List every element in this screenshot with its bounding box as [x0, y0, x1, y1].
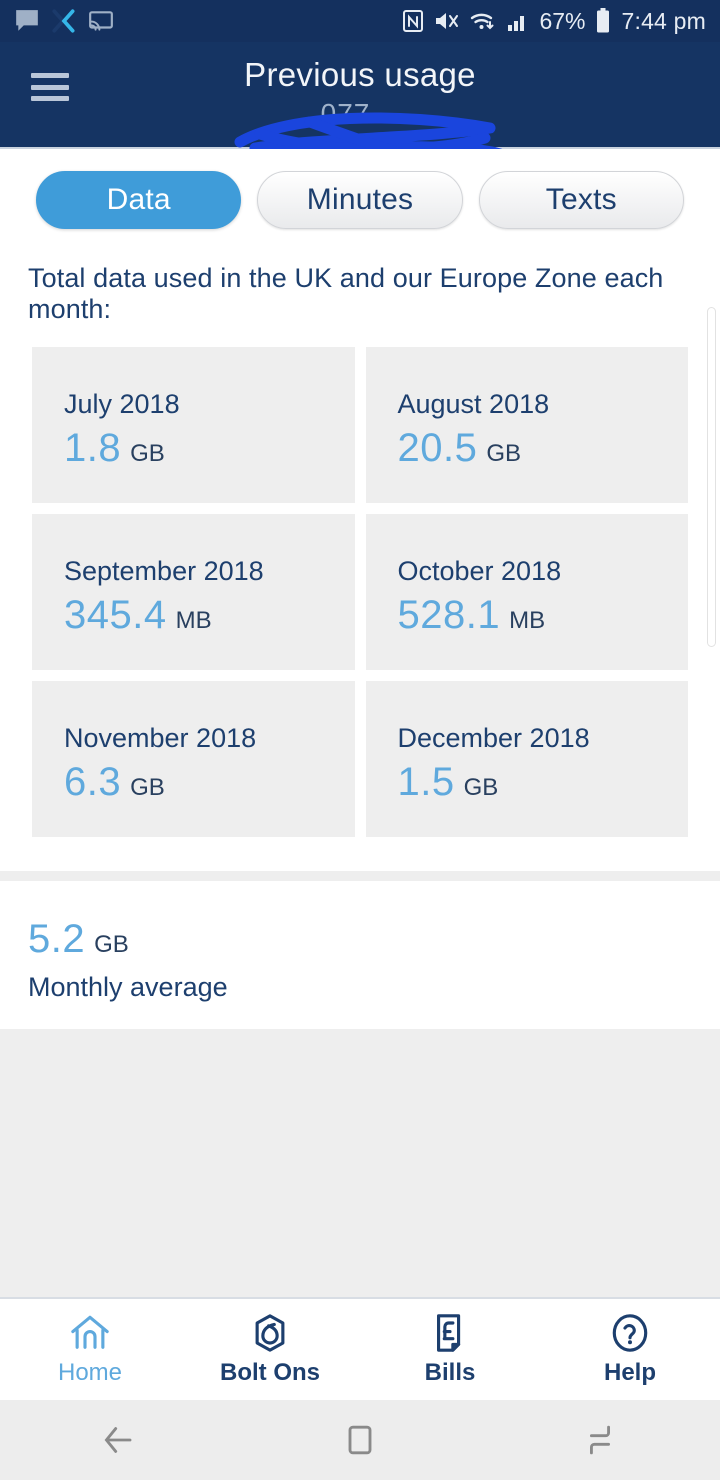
usage-type-tabs: Data Minutes Texts — [0, 149, 720, 229]
section-gap — [0, 837, 720, 871]
signal-icon — [506, 9, 530, 33]
monthly-average-value: 5.2 — [28, 917, 85, 962]
home-square-icon — [340, 1420, 380, 1460]
x-logo-icon — [51, 8, 77, 34]
nav-item-home[interactable]: Home — [0, 1299, 180, 1400]
usage-card-month: September 2018 — [64, 556, 355, 587]
intro-description: Total data used in the UK and our Europe… — [0, 229, 720, 325]
bill-pound-icon — [428, 1313, 472, 1353]
usage-card-grid: July 2018 1.8 GB August 2018 20.5 GB Sep… — [0, 325, 720, 837]
phone-screen: 67% 7:44 pm Previous usage 077… Data — [0, 0, 720, 1480]
monthly-average-label: Monthly average — [28, 972, 692, 1003]
status-bar-time: 7:44 pm — [621, 8, 706, 35]
nav-item-bolt-ons[interactable]: Bolt Ons — [180, 1299, 360, 1400]
nav-label-bolt-ons: Bolt Ons — [220, 1359, 320, 1387]
bottom-navigation: Home Bolt Ons Bills Help — [0, 1297, 720, 1400]
recents-icon — [580, 1420, 620, 1460]
usage-card-value: 20.5 — [398, 426, 478, 471]
status-bar-right-icons: 67% 7:44 pm — [401, 8, 706, 35]
usage-card-value: 6.3 — [64, 760, 121, 805]
usage-card-unit: MB — [176, 607, 212, 635]
usage-card[interactable]: August 2018 20.5 GB — [366, 347, 689, 503]
usage-card-unit: GB — [464, 774, 499, 802]
home-icon — [68, 1313, 112, 1353]
content-filler-area — [0, 1029, 720, 1297]
back-arrow-icon — [100, 1420, 140, 1460]
mute-icon — [434, 9, 460, 33]
usage-card-unit: GB — [130, 440, 165, 468]
bolt-ons-icon — [248, 1313, 292, 1353]
battery-icon — [594, 8, 612, 34]
section-divider — [0, 871, 720, 881]
usage-card[interactable]: December 2018 1.5 GB — [366, 681, 689, 837]
android-back-button[interactable] — [0, 1420, 240, 1460]
nav-item-bills[interactable]: Bills — [360, 1299, 540, 1400]
usage-card-month: December 2018 — [398, 723, 689, 754]
status-bar: 67% 7:44 pm — [0, 0, 720, 42]
usage-card-month: July 2018 — [64, 389, 355, 420]
status-bar-left-icons — [14, 8, 114, 34]
usage-card-value: 345.4 — [64, 593, 167, 638]
usage-card[interactable]: October 2018 528.1 MB — [366, 514, 689, 670]
vertical-scrollbar[interactable] — [707, 307, 716, 647]
usage-card-unit: GB — [486, 440, 521, 468]
usage-card-value: 528.1 — [398, 593, 501, 638]
usage-card-month: October 2018 — [398, 556, 689, 587]
usage-card[interactable]: September 2018 345.4 MB — [32, 514, 355, 670]
monthly-average-unit: GB — [94, 931, 129, 959]
monthly-average-section: 5.2 GB Monthly average — [0, 881, 720, 1003]
nav-item-help[interactable]: Help — [540, 1299, 720, 1400]
app-bar: Previous usage 077… — [0, 42, 720, 149]
battery-percent: 67% — [539, 8, 585, 35]
message-icon — [14, 8, 40, 34]
usage-card-month: August 2018 — [398, 389, 689, 420]
question-mark-icon — [608, 1313, 652, 1353]
nav-label-bills: Bills — [425, 1359, 476, 1387]
usage-card[interactable]: July 2018 1.8 GB — [32, 347, 355, 503]
nav-label-home: Home — [58, 1359, 122, 1387]
usage-card-unit: GB — [130, 774, 165, 802]
screen-cast-icon — [88, 8, 114, 34]
android-home-button[interactable] — [240, 1420, 480, 1460]
page-title: Previous usage — [0, 56, 720, 94]
usage-card[interactable]: November 2018 6.3 GB — [32, 681, 355, 837]
usage-card-month: November 2018 — [64, 723, 355, 754]
usage-card-value: 1.5 — [398, 760, 455, 805]
android-recents-button[interactable] — [480, 1420, 720, 1460]
main-content: Data Minutes Texts Total data used in th… — [0, 149, 720, 1297]
android-system-nav — [0, 1400, 720, 1480]
usage-card-unit: MB — [509, 607, 545, 635]
tab-data[interactable]: Data — [36, 171, 241, 229]
tab-texts[interactable]: Texts — [479, 171, 684, 229]
nav-label-help: Help — [604, 1359, 656, 1387]
usage-card-value: 1.8 — [64, 426, 121, 471]
account-phone-number: 077… — [0, 98, 720, 130]
nfc-icon — [401, 9, 425, 33]
tab-minutes[interactable]: Minutes — [257, 171, 462, 229]
wifi-icon — [469, 9, 497, 33]
